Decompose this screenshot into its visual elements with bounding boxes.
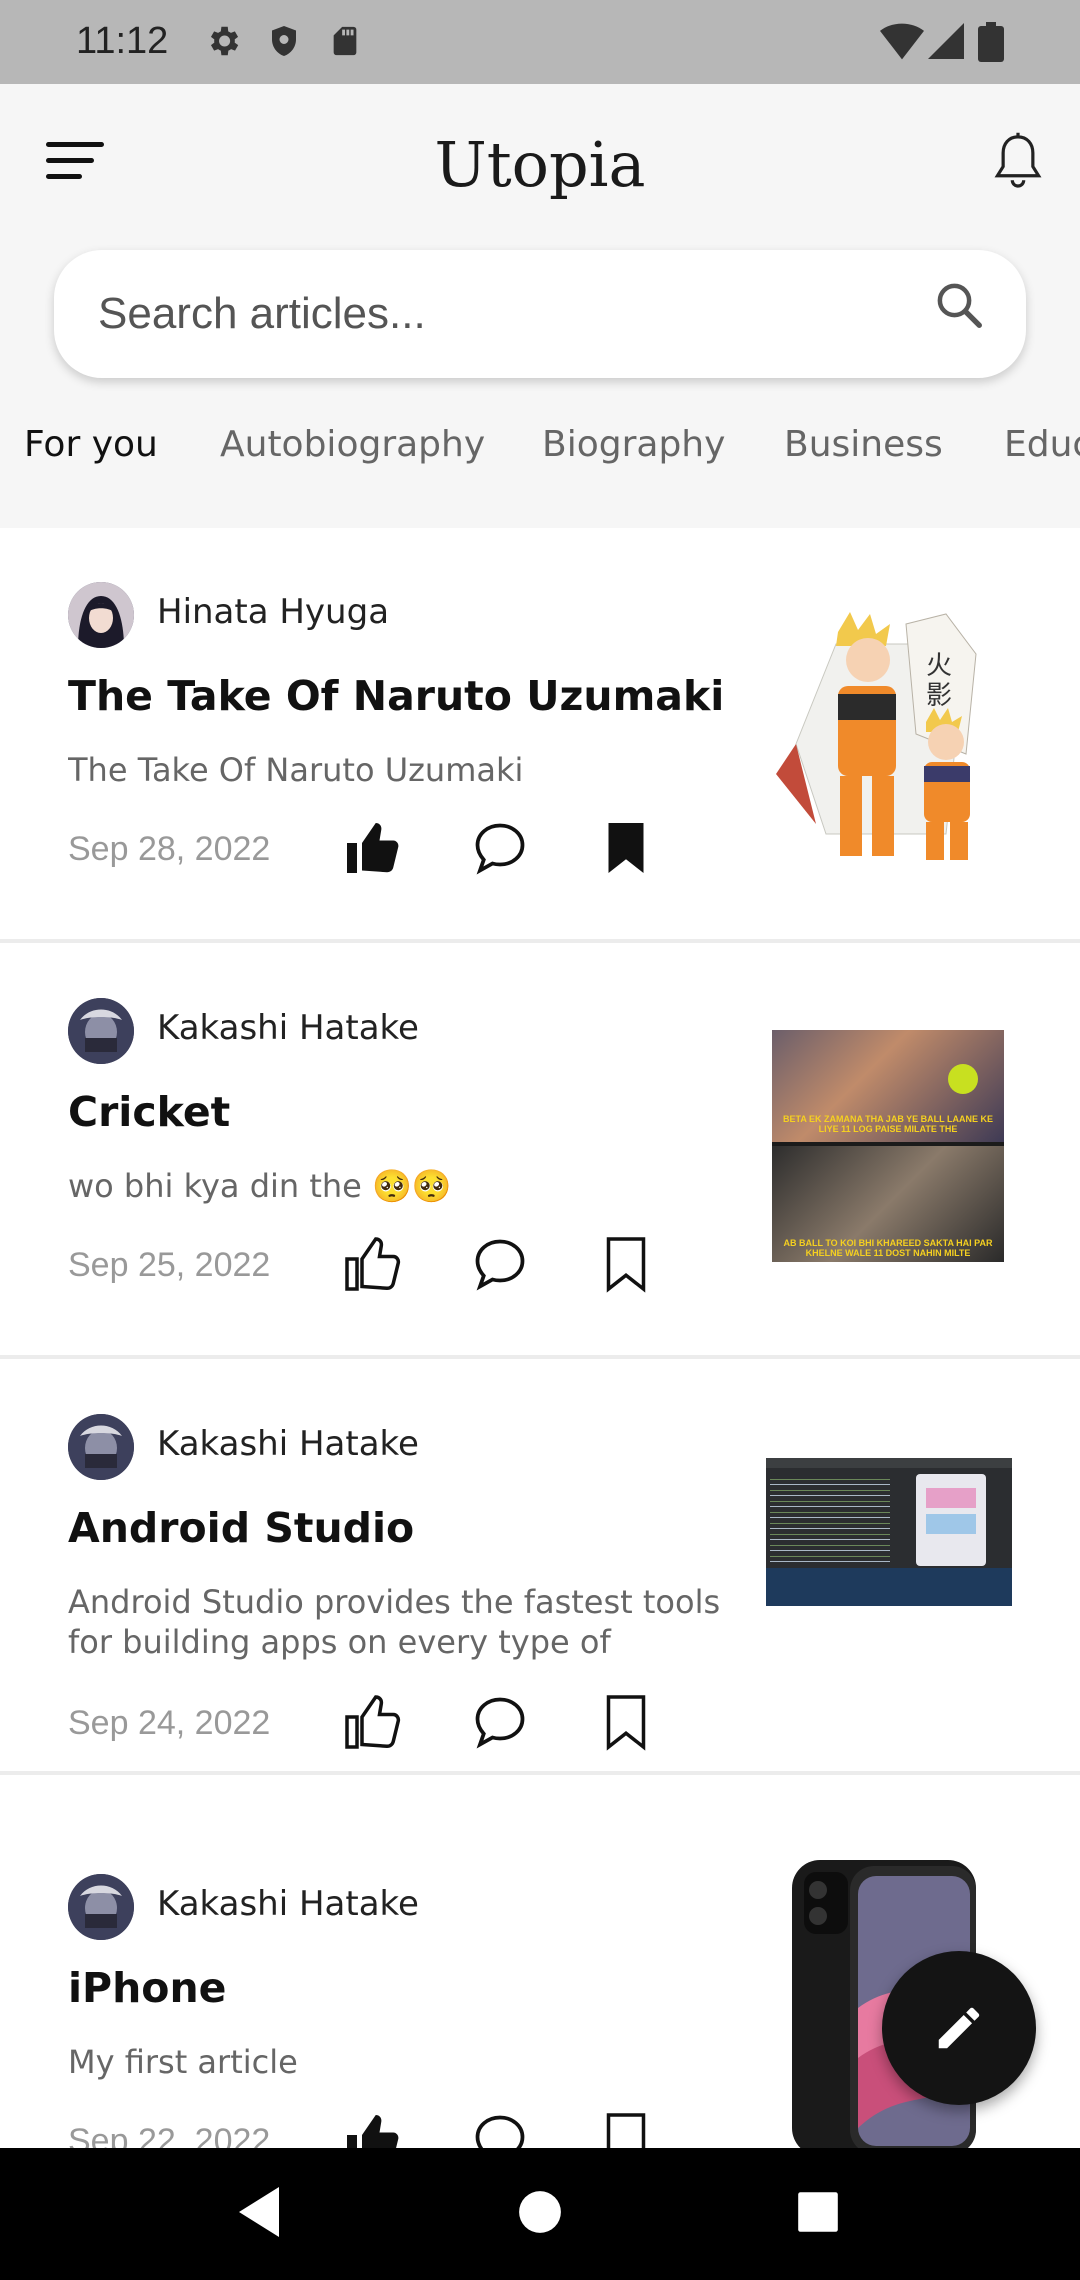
preview-block xyxy=(926,1514,976,1534)
bookmark-filled-icon[interactable] xyxy=(596,818,656,878)
status-bar: 11:12 xyxy=(0,0,1080,84)
sd-card-icon xyxy=(333,26,357,56)
article-card[interactable]: Kakashi Hatake Android Studio Android St… xyxy=(0,1360,1080,1775)
meme-caption-bottom: AB BALL TO KOI BHI KHAREED SAKTA HAI PAR… xyxy=(783,1238,993,1258)
author-name[interactable]: Kakashi Hatake xyxy=(157,1424,419,1464)
svg-text:火: 火 xyxy=(926,651,952,681)
comment-icon[interactable] xyxy=(470,2110,530,2148)
article-subtitle: Android Studio provides the fastest tool… xyxy=(68,1583,721,1661)
gear-icon xyxy=(210,26,239,56)
avatar xyxy=(68,582,134,648)
svg-text:影: 影 xyxy=(926,681,952,711)
article-date: Sep 24, 2022 xyxy=(68,1704,271,1742)
search-bar[interactable] xyxy=(54,250,1026,378)
back-icon[interactable] xyxy=(234,2182,284,2242)
bookmark-outline-icon[interactable] xyxy=(596,2110,656,2148)
article-subtitle: wo bhi kya din the 🥺🥺 xyxy=(68,1167,452,1205)
tab-biography[interactable]: Biography xyxy=(542,424,725,465)
avatar xyxy=(68,1874,134,1940)
comment-icon[interactable] xyxy=(470,1234,530,1294)
thumbs-up-outline-icon[interactable] xyxy=(342,1692,402,1752)
pencil-icon xyxy=(938,2007,980,2049)
meme-caption-top: BETA EK ZAMANA THA JAB YE BALL LAANE KE … xyxy=(782,1114,993,1134)
tab-education[interactable]: Educ xyxy=(1004,424,1080,465)
preview-block xyxy=(926,1488,976,1508)
bookmark-outline-icon[interactable] xyxy=(596,1234,656,1294)
header: Utopia For you Autobiography Biography B… xyxy=(0,84,1080,528)
bell-icon[interactable] xyxy=(990,130,1046,194)
battery-icon xyxy=(978,22,1004,62)
article-thumbnail[interactable]: 火 影 xyxy=(776,604,1004,864)
comment-icon[interactable] xyxy=(470,818,530,878)
category-tabs: For you Autobiography Biography Business… xyxy=(0,424,1080,494)
tab-for-you[interactable]: For you xyxy=(24,424,158,465)
article-subtitle: The Take Of Naruto Uzumaki xyxy=(68,751,524,789)
ide-bottom-panel xyxy=(766,1568,1012,1606)
ide-code-pane xyxy=(770,1474,890,1564)
status-time: 11:12 xyxy=(76,20,169,62)
article-feed[interactable]: Hinata Hyuga The Take Of Naruto Uzumaki … xyxy=(0,528,1080,2148)
comment-icon[interactable] xyxy=(470,1692,530,1752)
article-thumbnail[interactable]: BETA EK ZAMANA THA JAB YE BALL LAANE KE … xyxy=(772,1030,1004,1262)
author-name[interactable]: Hinata Hyuga xyxy=(157,592,389,632)
write-article-button[interactable] xyxy=(882,1951,1036,2105)
tab-business[interactable]: Business xyxy=(784,424,943,465)
article-title[interactable]: iPhone xyxy=(68,1964,226,2012)
article-date: Sep 22, 2022 xyxy=(68,2122,271,2148)
article-title[interactable]: The Take Of Naruto Uzumaki xyxy=(68,672,724,720)
home-icon[interactable] xyxy=(518,2182,562,2242)
avatar xyxy=(68,1414,134,1480)
article-title[interactable]: Android Studio xyxy=(68,1504,414,1552)
app-title: Utopia xyxy=(434,128,646,201)
avatar xyxy=(68,998,134,1064)
author-name[interactable]: Kakashi Hatake xyxy=(157,1008,419,1048)
recents-icon[interactable] xyxy=(796,2182,840,2242)
ide-toolbar xyxy=(766,1458,1012,1468)
tab-autobiography[interactable]: Autobiography xyxy=(220,424,485,465)
signal-icon xyxy=(928,23,964,59)
search-icon[interactable] xyxy=(932,278,986,332)
thumbs-up-outline-icon[interactable] xyxy=(342,1234,402,1294)
thumbs-up-filled-icon[interactable] xyxy=(342,2110,402,2148)
search-input[interactable] xyxy=(98,282,878,346)
article-thumbnail[interactable] xyxy=(766,1458,1012,1606)
system-nav-bar xyxy=(0,2148,1080,2280)
shield-icon xyxy=(272,26,296,56)
bookmark-outline-icon[interactable] xyxy=(596,1692,656,1752)
article-title[interactable]: Cricket xyxy=(68,1088,230,1136)
author-name[interactable]: Kakashi Hatake xyxy=(157,1884,419,1924)
thumbs-up-filled-icon[interactable] xyxy=(342,818,402,878)
article-card[interactable]: Kakashi Hatake Cricket wo bhi kya din th… xyxy=(0,944,1080,1359)
tennis-ball-icon xyxy=(948,1064,978,1094)
article-card[interactable]: Hinata Hyuga The Take Of Naruto Uzumaki … xyxy=(0,528,1080,943)
article-date: Sep 25, 2022 xyxy=(68,1246,271,1284)
article-date: Sep 28, 2022 xyxy=(68,830,271,868)
article-subtitle: My first article xyxy=(68,2043,298,2081)
wifi-icon xyxy=(880,23,924,60)
